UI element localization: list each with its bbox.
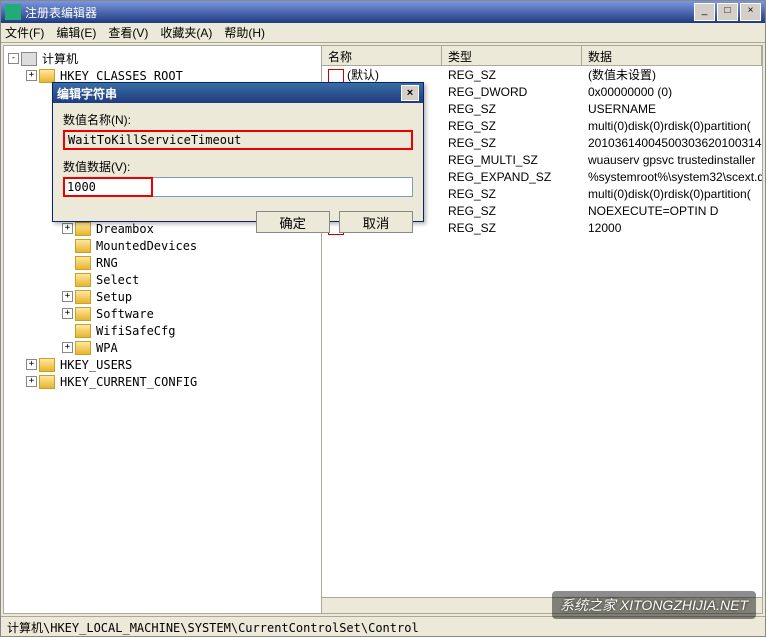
menu-favorites[interactable]: 收藏夹(A) <box>160 24 212 41</box>
expand-icon[interactable]: + <box>26 376 37 387</box>
dialog-title: 编辑字符串 <box>57 85 401 102</box>
cell-data: multi(0)disk(0)rdisk(0)partition( <box>582 187 762 201</box>
folder-icon <box>75 307 91 321</box>
menubar: 文件(F) 编辑(E) 查看(V) 收藏夹(A) 帮助(H) <box>1 23 765 43</box>
folder-icon <box>75 290 91 304</box>
value-data-label: 数值数据(V): <box>63 158 413 175</box>
cell-type: REG_SZ <box>442 204 582 218</box>
value-data-input[interactable] <box>63 177 413 197</box>
expand-icon[interactable]: + <box>26 359 37 370</box>
cell-data: 0x00000000 (0) <box>582 85 762 99</box>
expand-icon[interactable]: + <box>62 342 73 353</box>
tree-item[interactable]: + HKEY_USERS <box>4 356 321 373</box>
minimize-button[interactable]: _ <box>694 3 715 21</box>
dialog-close-button[interactable]: × <box>401 85 419 101</box>
edit-string-dialog: 编辑字符串 × 数值名称(N): 数值数据(V): 确定 取消 <box>52 82 424 222</box>
header-data[interactable]: 数据 <box>582 46 762 65</box>
cell-data: %systemroot%\system32\scext.dll <box>582 170 762 184</box>
header-type[interactable]: 类型 <box>442 46 582 65</box>
cell-type: REG_SZ <box>442 221 582 235</box>
expand-icon[interactable]: + <box>62 308 73 319</box>
tree-item[interactable]: Select <box>4 271 321 288</box>
ok-button[interactable]: 确定 <box>256 211 330 233</box>
tree-item[interactable]: + WPA <box>4 339 321 356</box>
cell-type: REG_DWORD <box>442 85 582 99</box>
folder-icon <box>75 239 91 253</box>
list-header: 名称 类型 数据 <box>322 46 762 66</box>
maximize-button[interactable]: □ <box>717 3 738 21</box>
tree-item[interactable]: MountedDevices <box>4 237 321 254</box>
value-name-label: 数值名称(N): <box>63 111 413 128</box>
tree-item[interactable]: + HKEY_CURRENT_CONFIG <box>4 373 321 390</box>
tree-label[interactable]: Software <box>94 307 156 321</box>
tree-label[interactable]: HKEY_CURRENT_CONFIG <box>58 375 199 389</box>
folder-icon <box>39 375 55 389</box>
folder-icon <box>75 273 91 287</box>
tree-label[interactable]: HKEY_USERS <box>58 358 134 372</box>
folder-icon <box>75 256 91 270</box>
tree-label[interactable]: HKEY_CLASSES_ROOT <box>58 69 185 83</box>
collapse-icon[interactable]: - <box>8 53 19 64</box>
tree-label[interactable]: WifiSafeCfg <box>94 324 177 338</box>
cell-type: REG_EXPAND_SZ <box>442 170 582 184</box>
cell-name: (默认) <box>322 66 442 83</box>
cell-type: REG_SZ <box>442 68 582 82</box>
dialog-titlebar[interactable]: 编辑字符串 × <box>53 83 423 103</box>
tree-label[interactable]: 计算机 <box>40 50 80 67</box>
menu-help[interactable]: 帮助(H) <box>224 24 265 41</box>
expand-icon[interactable]: + <box>62 291 73 302</box>
list-row[interactable]: (默认)REG_SZ(数值未设置) <box>322 66 762 83</box>
cell-type: REG_SZ <box>442 102 582 116</box>
watermark: 系统之家 XITONGZHIJIA.NET <box>552 591 756 619</box>
cell-type: REG_SZ <box>442 136 582 150</box>
expand-icon[interactable]: + <box>26 70 37 81</box>
folder-icon <box>75 341 91 355</box>
computer-icon <box>21 52 37 66</box>
cell-data: 20103614004500303620100314010622 <box>582 136 762 150</box>
app-icon <box>5 4 21 20</box>
menu-view[interactable]: 查看(V) <box>108 24 148 41</box>
folder-icon <box>39 69 55 83</box>
string-value-icon <box>328 69 344 83</box>
cell-data: 12000 <box>582 221 762 235</box>
cell-data: wuauserv gpsvc trustedinstaller <box>582 153 762 167</box>
cell-data: NOEXECUTE=OPTIN D <box>582 204 762 218</box>
titlebar[interactable]: 注册表编辑器 _ □ × <box>1 1 765 23</box>
tree-label[interactable]: Setup <box>94 290 134 304</box>
tree-label[interactable]: WPA <box>94 341 120 355</box>
header-name[interactable]: 名称 <box>322 46 442 65</box>
cell-data: USERNAME <box>582 102 762 116</box>
tree-label[interactable]: Select <box>94 273 141 287</box>
cell-type: REG_SZ <box>442 119 582 133</box>
menu-edit[interactable]: 编辑(E) <box>56 24 96 41</box>
tree-item[interactable]: - 计算机 <box>4 50 321 67</box>
statusbar: 计算机\HKEY_LOCAL_MACHINE\SYSTEM\CurrentCon… <box>1 616 765 636</box>
tree-label[interactable]: RNG <box>94 256 120 270</box>
cell-type: REG_SZ <box>442 187 582 201</box>
value-name-input <box>63 130 413 150</box>
tree-item[interactable]: WifiSafeCfg <box>4 322 321 339</box>
folder-icon <box>39 358 55 372</box>
cancel-button[interactable]: 取消 <box>339 211 413 233</box>
tree-label[interactable]: MountedDevices <box>94 239 199 253</box>
menu-file[interactable]: 文件(F) <box>5 24 44 41</box>
folder-icon <box>75 324 91 338</box>
cell-type: REG_MULTI_SZ <box>442 153 582 167</box>
cell-data: multi(0)disk(0)rdisk(0)partition( <box>582 119 762 133</box>
window-title: 注册表编辑器 <box>25 4 692 21</box>
tree-item[interactable]: RNG <box>4 254 321 271</box>
tree-item[interactable]: + Software <box>4 305 321 322</box>
cell-data: (数值未设置) <box>582 66 762 83</box>
tree-item[interactable]: + Setup <box>4 288 321 305</box>
close-window-button[interactable]: × <box>740 3 761 21</box>
